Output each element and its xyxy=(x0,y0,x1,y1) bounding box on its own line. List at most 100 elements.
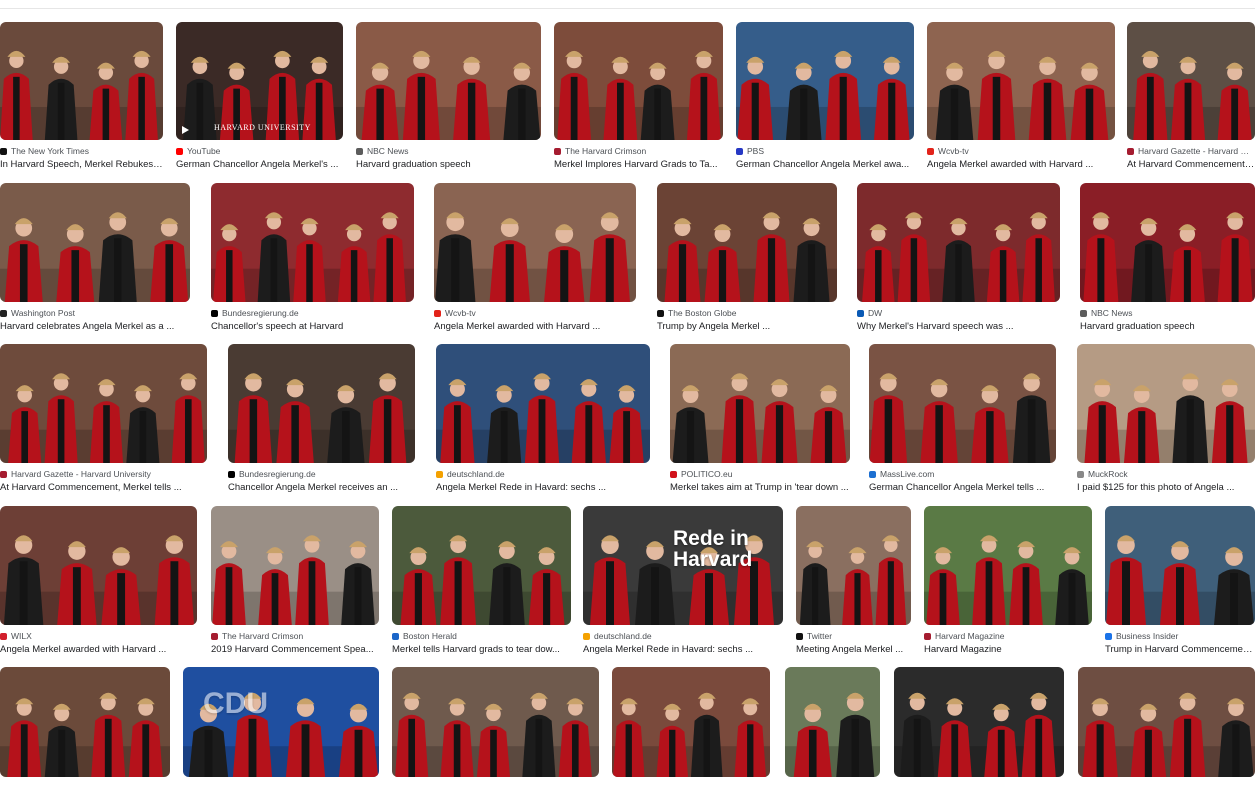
result-thumbnail[interactable] xyxy=(436,344,650,463)
result-source[interactable]: deutschland.de xyxy=(436,469,650,480)
result-title[interactable]: German Chancellor Angela Merkel tells ..… xyxy=(869,481,1056,494)
result-source[interactable]: The Harvard Crimson xyxy=(211,631,379,642)
result-thumbnail[interactable] xyxy=(796,506,911,625)
image-result-card[interactable]: Harvard Gazette - Harvard Univ... At Harv… xyxy=(1127,22,1255,174)
result-title[interactable]: Harvard Magazine xyxy=(924,643,1092,656)
image-result-card[interactable]: PBS German Chancellor Angela Merkel awa..… xyxy=(736,22,914,174)
result-thumbnail[interactable] xyxy=(434,183,636,302)
image-result-card[interactable]: Business Insider Trump in Harvard Commenc… xyxy=(1105,506,1255,659)
result-title[interactable]: At Harvard Commencement, Merkel tells ..… xyxy=(0,481,207,494)
result-thumbnail[interactable] xyxy=(657,183,837,302)
result-title[interactable]: Angela Merkel Rede in Havard: sechs ... xyxy=(583,643,783,656)
result-source[interactable]: Wcvb-tv xyxy=(434,308,636,319)
image-result-card[interactable]: Washington Post Harvard celebrates Angela… xyxy=(0,183,190,336)
result-thumbnail[interactable] xyxy=(554,22,723,140)
result-source[interactable]: Business Insider xyxy=(1105,631,1255,642)
result-thumbnail[interactable]: CDU xyxy=(183,667,379,777)
result-thumbnail[interactable] xyxy=(0,667,170,777)
image-result-card[interactable]: deutschland.de Angela Merkel Rede in Hava… xyxy=(436,344,650,497)
result-source[interactable]: Wcvb-tv xyxy=(927,146,1115,157)
image-result-card[interactable]: CDU xyxy=(183,667,379,811)
result-title[interactable]: Merkel takes aim at Trump in 'tear down … xyxy=(670,481,850,494)
image-result-card[interactable] xyxy=(392,667,599,811)
image-result-card[interactable]: Harvard Gazette - Harvard University At H… xyxy=(0,344,207,497)
result-source[interactable]: Boston Herald xyxy=(392,631,571,642)
image-result-card[interactable] xyxy=(1078,667,1255,811)
result-thumbnail[interactable] xyxy=(211,183,414,302)
image-result-card[interactable]: WILX Angela Merkel awarded with Harvard .… xyxy=(0,506,197,659)
result-title[interactable]: In Harvard Speech, Merkel Rebukes ... xyxy=(0,158,163,171)
image-result-card[interactable] xyxy=(894,667,1064,811)
result-source[interactable]: deutschland.de xyxy=(583,631,783,642)
image-result-card[interactable] xyxy=(0,667,170,811)
image-result-card[interactable]: Bundesregierung.de Chancellor's speech at… xyxy=(211,183,414,336)
result-title[interactable]: Meeting Angela Merkel ... xyxy=(796,643,911,656)
result-thumbnail[interactable] xyxy=(211,506,379,625)
result-title[interactable]: Harvard graduation speech xyxy=(1080,320,1255,333)
result-title[interactable]: Chancellor Angela Merkel receives an ... xyxy=(228,481,415,494)
image-result-card[interactable] xyxy=(612,667,770,811)
result-thumbnail[interactable] xyxy=(612,667,770,777)
result-title[interactable]: 2019 Harvard Commencement Spea... xyxy=(211,643,379,656)
result-title[interactable]: Merkel Implores Harvard Grads to Ta... xyxy=(554,158,723,171)
result-source[interactable]: MuckRock xyxy=(1077,469,1255,480)
result-title[interactable]: Angela Merkel Rede in Havard: sechs ... xyxy=(436,481,650,494)
result-thumbnail[interactable] xyxy=(924,506,1092,625)
result-thumbnail[interactable] xyxy=(857,183,1060,302)
result-source[interactable]: The Boston Globe xyxy=(657,308,837,319)
image-result-card[interactable]: Rede in Harvard deutschland.de Angela Merk… xyxy=(583,506,783,659)
result-title[interactable]: Trump in Harvard Commencement ... xyxy=(1105,643,1255,656)
image-result-card[interactable]: MassLive.com German Chancellor Angela Mer… xyxy=(869,344,1056,497)
image-result-card[interactable] xyxy=(785,667,880,811)
result-source[interactable]: PBS xyxy=(736,146,914,157)
result-title[interactable]: German Chancellor Angela Merkel awa... xyxy=(736,158,914,171)
image-result-card[interactable]: The New York Times In Harvard Speech, Mer… xyxy=(0,22,163,174)
result-title[interactable]: Angela Merkel awarded with Harvard ... xyxy=(0,643,197,656)
result-source[interactable]: DW xyxy=(857,308,1060,319)
result-source[interactable]: The New York Times xyxy=(0,146,163,157)
image-result-card[interactable]: POLITICO.eu Merkel takes aim at Trump in … xyxy=(670,344,850,497)
image-result-card[interactable]: HARVARD UNIVERSITY YouTube German Chancell… xyxy=(176,22,343,174)
image-result-card[interactable]: NBC News Harvard graduation speech xyxy=(1080,183,1255,336)
result-thumbnail[interactable] xyxy=(1077,344,1255,463)
result-thumbnail[interactable] xyxy=(927,22,1115,140)
result-title[interactable]: Angela Merkel awarded with Harvard ... xyxy=(927,158,1115,171)
result-thumbnail[interactable] xyxy=(894,667,1064,777)
result-title[interactable]: Trump by Angela Merkel ... xyxy=(657,320,837,333)
result-thumbnail[interactable] xyxy=(392,506,571,625)
result-source[interactable]: Harvard Gazette - Harvard University xyxy=(0,469,207,480)
result-source[interactable]: Washington Post xyxy=(0,308,190,319)
image-result-card[interactable]: NBC News Harvard graduation speech xyxy=(356,22,541,174)
result-thumbnail[interactable] xyxy=(356,22,541,140)
result-thumbnail[interactable] xyxy=(1105,506,1255,625)
image-result-card[interactable]: Wcvb-tv Angela Merkel awarded with Harvar… xyxy=(434,183,636,336)
result-thumbnail[interactable] xyxy=(785,667,880,777)
image-result-card[interactable]: MuckRock I paid $125 for this photo of An… xyxy=(1077,344,1255,497)
image-result-card[interactable]: DW Why Merkel's Harvard speech was ... xyxy=(857,183,1060,336)
result-title[interactable]: Chancellor's speech at Harvard xyxy=(211,320,414,333)
result-source[interactable]: Bundesregierung.de xyxy=(211,308,414,319)
result-thumbnail[interactable] xyxy=(0,22,163,140)
result-source[interactable]: NBC News xyxy=(356,146,541,157)
image-result-card[interactable]: The Harvard Crimson Merkel Implores Harva… xyxy=(554,22,723,174)
result-source[interactable]: YouTube xyxy=(176,146,343,157)
result-title[interactable]: German Chancellor Angela Merkel's ... xyxy=(176,158,343,171)
result-thumbnail[interactable] xyxy=(869,344,1056,463)
image-result-card[interactable]: Twitter Meeting Angela Merkel ... xyxy=(796,506,911,659)
result-thumbnail[interactable] xyxy=(736,22,914,140)
result-title[interactable]: Harvard graduation speech xyxy=(356,158,541,171)
result-title[interactable]: Merkel tells Harvard grads to tear dow..… xyxy=(392,643,571,656)
image-result-card[interactable]: Wcvb-tv Angela Merkel awarded with Harvar… xyxy=(927,22,1115,174)
result-thumbnail[interactable]: Rede in Harvard xyxy=(583,506,783,625)
result-source[interactable]: WILX xyxy=(0,631,197,642)
result-source[interactable]: Harvard Magazine xyxy=(924,631,1092,642)
image-result-card[interactable]: Boston Herald Merkel tells Harvard grads … xyxy=(392,506,571,659)
result-thumbnail[interactable] xyxy=(0,344,207,463)
result-thumbnail[interactable] xyxy=(1080,183,1255,302)
result-source[interactable]: NBC News xyxy=(1080,308,1255,319)
result-title[interactable]: Angela Merkel awarded with Harvard ... xyxy=(434,320,636,333)
result-source[interactable]: Twitter xyxy=(796,631,911,642)
image-result-card[interactable]: Harvard Magazine Harvard Magazine xyxy=(924,506,1092,659)
result-title[interactable]: At Harvard Commencement, M... xyxy=(1127,158,1255,171)
result-thumbnail[interactable] xyxy=(228,344,415,463)
